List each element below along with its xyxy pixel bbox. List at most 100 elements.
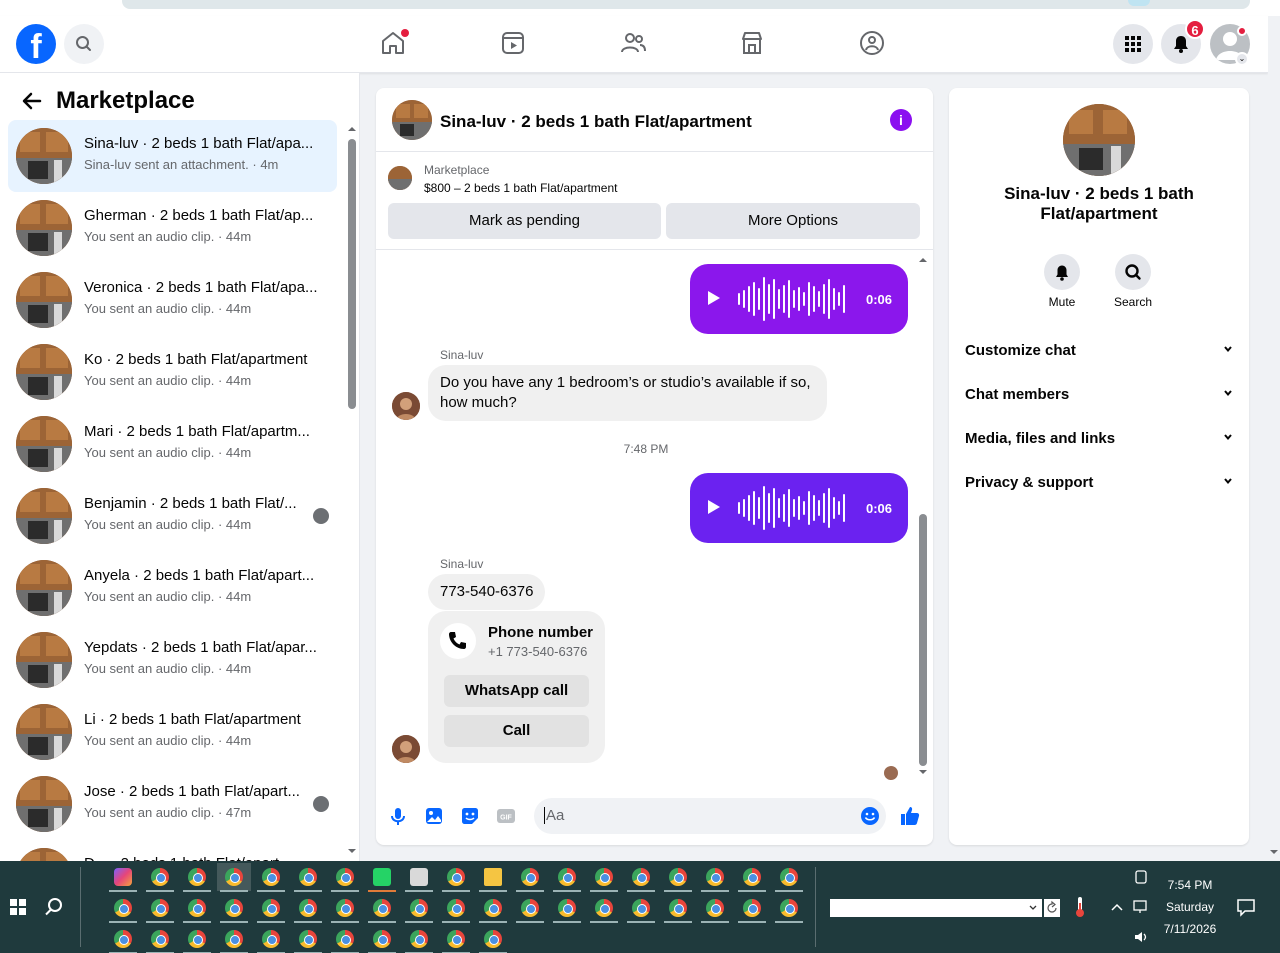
section-privacy-support[interactable]: Privacy & support — [957, 460, 1241, 504]
conversation-row[interactable]: Benjamin · 2 beds 1 bath Flat/... You sen… — [8, 480, 337, 552]
chrome-icon[interactable] — [743, 868, 761, 886]
conversation-scrollbar[interactable] — [347, 125, 357, 855]
chrome-icon[interactable] — [558, 899, 576, 917]
page-scrollbar[interactable] — [1268, 16, 1280, 861]
chrome-icon[interactable] — [373, 930, 391, 948]
search-action[interactable]: Search — [1103, 254, 1163, 309]
chrome-icon[interactable] — [410, 899, 428, 917]
chrome-icon[interactable] — [114, 899, 132, 917]
play-icon[interactable] — [708, 291, 720, 305]
conversation-row[interactable]: Ko · 2 beds 1 bath Flat/apartment You sen… — [8, 336, 337, 408]
chrome-icon[interactable] — [299, 930, 317, 948]
chrome-icon[interactable] — [188, 930, 206, 948]
whatsapp-icon[interactable] — [373, 868, 391, 886]
more-options-button[interactable]: More Options — [666, 203, 920, 239]
chrome-icon[interactable] — [262, 899, 280, 917]
audio-message[interactable]: 0:06 — [690, 264, 908, 334]
menu-button[interactable] — [1113, 24, 1153, 64]
chrome-icon[interactable] — [447, 899, 465, 917]
chrome-icon[interactable] — [188, 868, 206, 886]
chrome-icon[interactable] — [336, 868, 354, 886]
scroll-up-icon[interactable] — [917, 256, 929, 264]
temperature-icon[interactable] — [1071, 895, 1089, 919]
whatsapp-call-button[interactable]: WhatsApp call — [444, 675, 589, 707]
chat-title[interactable]: Sina-luv · 2 beds 1 bath Flat/apartment — [440, 112, 752, 132]
chrome-icon[interactable] — [151, 899, 169, 917]
search-button[interactable] — [64, 24, 104, 64]
chat-info-avatar[interactable] — [1063, 104, 1135, 176]
search-button[interactable] — [1115, 254, 1151, 290]
chevron-down-icon[interactable]: ⌄ — [1235, 52, 1249, 66]
groups-icon[interactable] — [857, 28, 887, 58]
clock-time[interactable]: 7:54 PM — [1150, 878, 1230, 892]
chrome-icon[interactable] — [299, 868, 317, 886]
section-chat-members[interactable]: Chat members — [957, 372, 1241, 416]
address-bar[interactable] — [122, 0, 1250, 9]
chrome-icon[interactable] — [225, 868, 243, 886]
chrome-icon[interactable] — [558, 868, 576, 886]
friends-icon[interactable] — [618, 28, 648, 58]
chrome-icon[interactable] — [151, 930, 169, 948]
mute-button[interactable] — [1044, 254, 1080, 290]
chrome-icon[interactable] — [484, 899, 502, 917]
emoji-icon[interactable] — [860, 806, 880, 826]
conversation-row[interactable]: Gherman · 2 beds 1 bath Flat/ap... You se… — [8, 192, 337, 264]
network-icon[interactable] — [1133, 899, 1151, 915]
chevron-up-icon[interactable] — [1110, 901, 1124, 913]
mark-as-pending-button[interactable]: Mark as pending — [388, 203, 661, 239]
scroll-up-icon[interactable] — [347, 125, 357, 133]
play-icon[interactable] — [708, 500, 720, 514]
chrome-icon[interactable] — [595, 868, 613, 886]
conversation-row[interactable]: Jose · 2 beds 1 bath Flat/apart... You se… — [8, 768, 337, 840]
chrome-icon[interactable] — [447, 868, 465, 886]
windows-start-icon[interactable] — [10, 899, 26, 915]
chat-avatar[interactable] — [392, 100, 432, 140]
section-customize-chat[interactable]: Customize chat — [957, 328, 1241, 372]
speaker-icon[interactable] — [1133, 929, 1151, 945]
scroll-down-icon[interactable] — [1268, 848, 1280, 856]
chrome-icon[interactable] — [706, 868, 724, 886]
folder-icon[interactable] — [484, 868, 502, 886]
chrome-icon[interactable] — [336, 930, 354, 948]
conversation-row[interactable]: Mari · 2 beds 1 bath Flat/apartm... You s… — [8, 408, 337, 480]
call-button[interactable]: Call — [444, 715, 589, 747]
chevron-down-icon[interactable] — [1028, 903, 1038, 913]
scrollbar-thumb[interactable] — [348, 139, 356, 409]
chrome-icon[interactable] — [669, 899, 687, 917]
clock-day[interactable]: Saturday — [1150, 900, 1230, 914]
conversation-row[interactable]: Yepdats · 2 beds 1 bath Flat/apar... You … — [8, 624, 337, 696]
chrome-icon[interactable] — [188, 899, 206, 917]
mute-action[interactable]: Mute — [1032, 254, 1092, 309]
sticker-icon[interactable] — [459, 805, 481, 827]
chrome-icon[interactable] — [373, 899, 391, 917]
conversation-row[interactable]: D... · 2 beds 1 bath Flat/apart... — [8, 840, 337, 861]
message-input[interactable]: Aa — [534, 798, 886, 834]
conversation-row[interactable]: Li · 2 beds 1 bath Flat/apartment You sen… — [8, 696, 337, 768]
refresh-button[interactable] — [1044, 899, 1060, 917]
chrome-icon[interactable] — [632, 868, 650, 886]
marketplace-icon[interactable] — [737, 28, 767, 58]
chrome-icon[interactable] — [780, 899, 798, 917]
chrome-icon[interactable] — [669, 868, 687, 886]
notification-center-icon[interactable] — [1235, 897, 1257, 917]
scroll-down-icon[interactable] — [347, 847, 357, 855]
chrome-icon[interactable] — [225, 899, 243, 917]
paint-icon[interactable] — [410, 868, 428, 886]
scroll-down-icon[interactable] — [917, 768, 929, 776]
clock-date[interactable]: 7/11/2026 — [1150, 922, 1230, 936]
chrome-icon[interactable] — [262, 868, 280, 886]
chrome-icon[interactable] — [151, 868, 169, 886]
listing-title[interactable]: $800 – 2 beds 1 bath Flat/apartment — [424, 181, 617, 195]
chrome-icon[interactable] — [484, 930, 502, 948]
chat-scrollbar[interactable] — [917, 256, 929, 776]
microphone-icon[interactable] — [387, 805, 409, 827]
meet-now-icon[interactable] — [1133, 869, 1149, 885]
chrome-icon[interactable] — [521, 868, 539, 886]
image-icon[interactable] — [423, 805, 445, 827]
conversation-row[interactable]: Anyela · 2 beds 1 bath Flat/apart... You … — [8, 552, 337, 624]
info-icon[interactable]: i — [890, 109, 912, 131]
chrome-icon[interactable] — [780, 868, 798, 886]
chrome-icon[interactable] — [632, 899, 650, 917]
chrome-icon[interactable] — [262, 930, 280, 948]
copilot-icon[interactable] — [114, 868, 132, 886]
